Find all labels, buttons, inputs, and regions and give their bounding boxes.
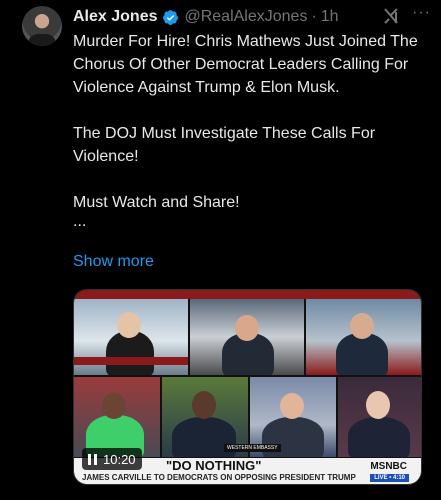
- post-text: Murder For Hire! Chris Mathews Just Join…: [73, 30, 418, 253]
- video-player[interactable]: WESTERN EMBASSY "DO NOTHING" JAMES CARVI…: [73, 289, 422, 485]
- network-logo: MSNBC: [370, 461, 407, 472]
- pause-icon[interactable]: [88, 453, 97, 465]
- video-top-banner: [74, 290, 421, 299]
- post-header: Alex Jones @RealAlexJones · 1h: [73, 6, 429, 28]
- video-panel-3: [306, 299, 421, 375]
- video-time-badge[interactable]: 10:20: [82, 448, 142, 470]
- author-handle[interactable]: @RealAlexJones: [184, 8, 307, 26]
- channel-bug: WESTERN EMBASSY: [224, 444, 281, 452]
- post-ellipsis: ...: [73, 213, 87, 230]
- grok-icon[interactable]: [381, 6, 401, 26]
- video-panel-7: [338, 377, 421, 457]
- video-panel-1: [74, 299, 188, 375]
- more-options-icon[interactable]: ···: [412, 4, 431, 22]
- live-badge: LIVE • 4:10: [370, 474, 409, 482]
- headline-text: "DO NOTHING": [166, 458, 262, 473]
- video-panel-2: [190, 299, 304, 375]
- video-elapsed: 10:20: [103, 451, 136, 467]
- post-paragraph-2: The DOJ Must Investigate These Calls For…: [73, 125, 376, 165]
- separator-dot: ·: [311, 8, 317, 25]
- author-name[interactable]: Alex Jones: [73, 8, 157, 26]
- post-paragraph-3: Must Watch and Share!: [73, 194, 240, 211]
- verified-badge-icon: [162, 9, 179, 26]
- ticker-text: JAMES CARVILLE TO DEMOCRATS ON OPPOSING …: [82, 473, 356, 482]
- post-time[interactable]: 1h: [321, 8, 339, 26]
- post-paragraph-1: Murder For Hire! Chris Mathews Just Join…: [73, 33, 418, 96]
- video-panel-4: [74, 377, 160, 457]
- show-more-link[interactable]: Show more: [73, 253, 154, 271]
- avatar[interactable]: [22, 6, 62, 46]
